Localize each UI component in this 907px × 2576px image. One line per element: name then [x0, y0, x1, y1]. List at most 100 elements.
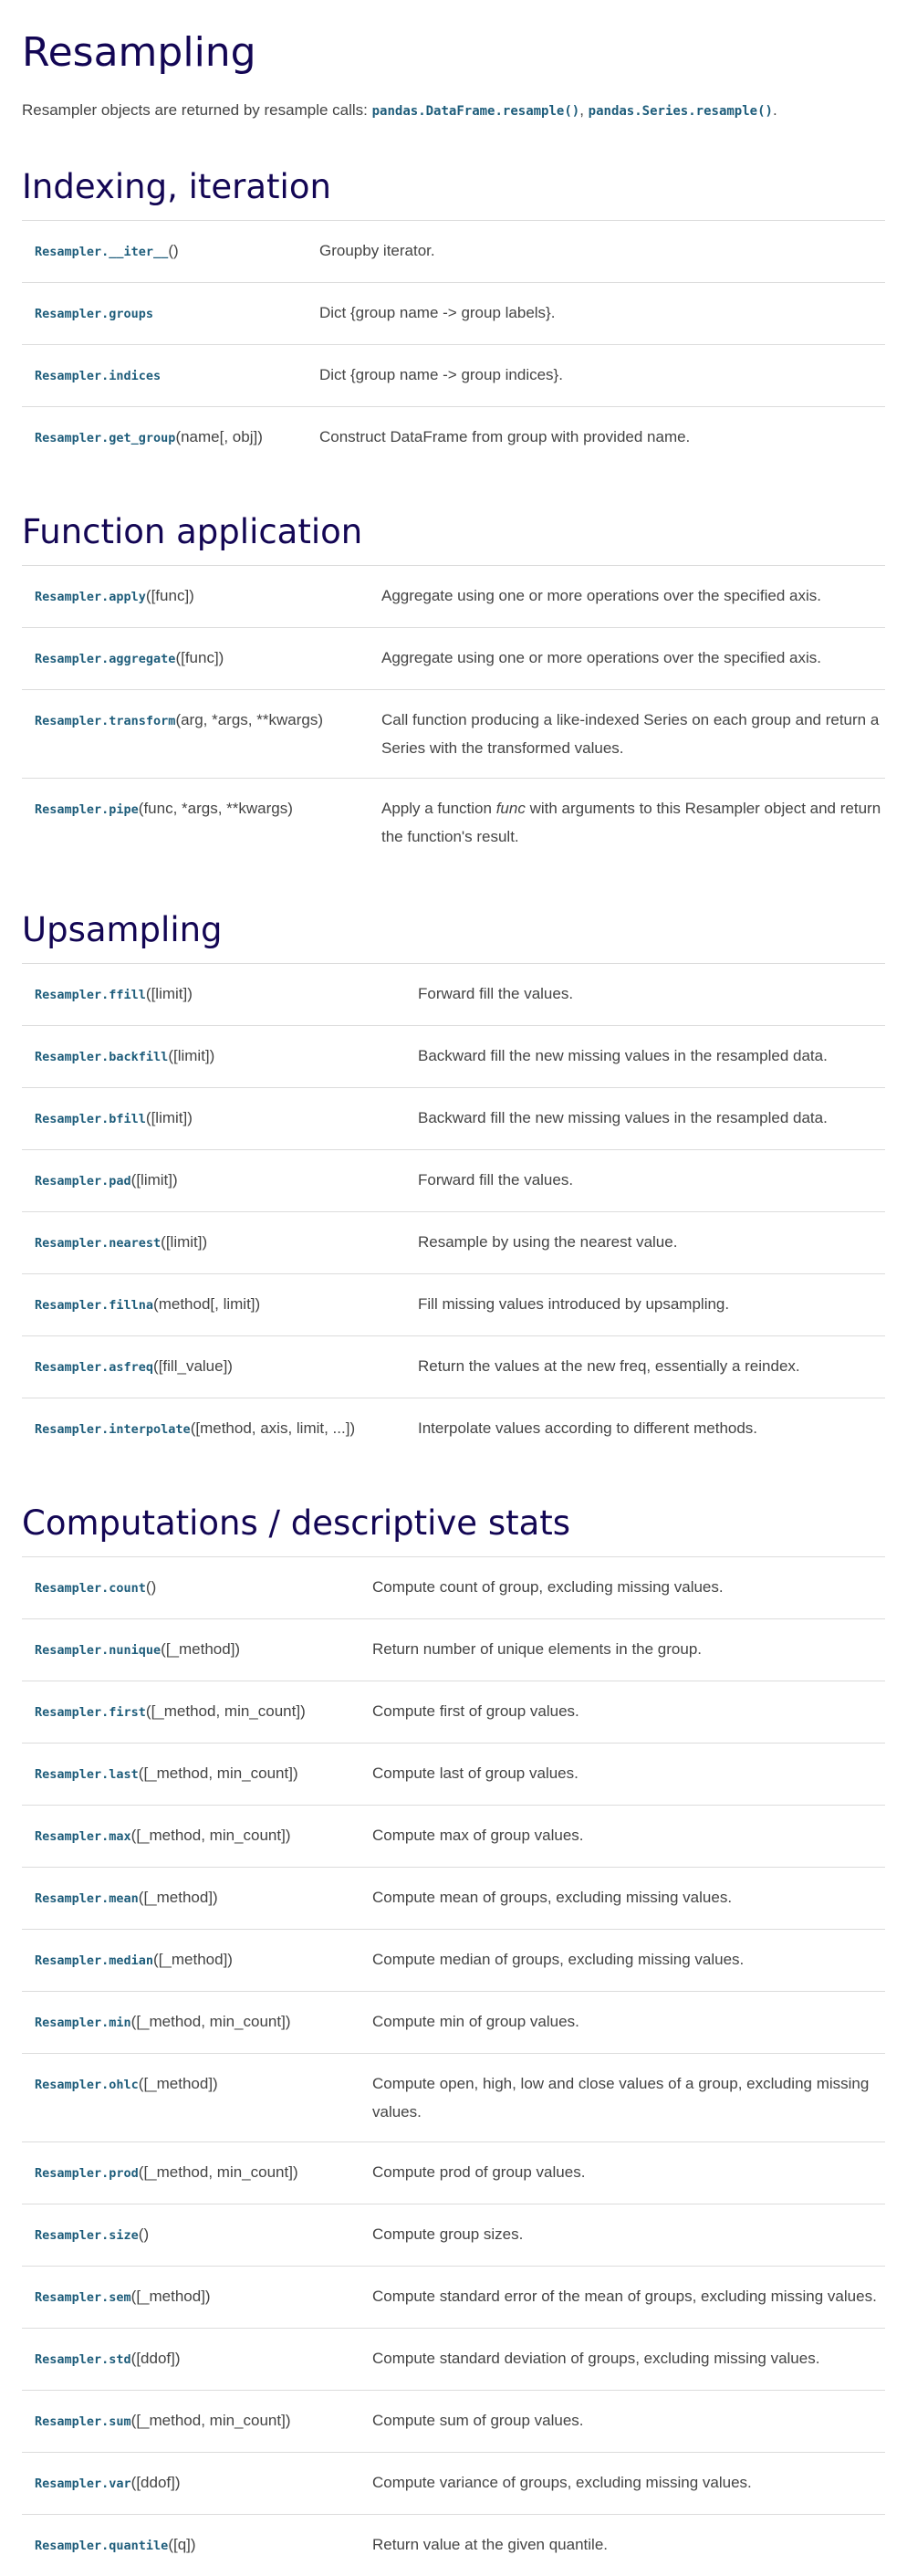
- api-description: Compute max of group values.: [361, 1806, 885, 1868]
- table-row: Resampler.get_group(name[, obj]) Constru…: [22, 407, 885, 469]
- page-title: Resampling: [22, 27, 885, 79]
- api-link[interactable]: Resampler.indices: [35, 366, 161, 383]
- api-args: ([_method, min_count]): [131, 2412, 291, 2429]
- api-link[interactable]: Resampler.sum: [35, 2412, 131, 2429]
- api-name: Resampler.var: [35, 2477, 131, 2491]
- api-link[interactable]: Resampler.apply: [35, 587, 146, 604]
- lead-text: Resampler objects are returned by resamp…: [22, 101, 368, 119]
- api-link[interactable]: Resampler.quantile: [35, 2536, 168, 2553]
- api-link[interactable]: Resampler.count: [35, 1578, 146, 1596]
- api-link[interactable]: Resampler.interpolate: [35, 1419, 191, 1437]
- table-indexing: Resampler.__iter__() Groupby iterator. R…: [22, 220, 885, 468]
- api-signature: Resampler.backfill([limit]): [22, 1026, 407, 1088]
- api-link[interactable]: Resampler.aggregate: [35, 649, 175, 666]
- dataframe-resample-link[interactable]: pandas.DataFrame.resample(): [372, 101, 580, 119]
- api-description: Compute mean of groups, excluding missin…: [361, 1868, 885, 1930]
- api-description: Call function producing a like-indexed S…: [370, 690, 885, 779]
- api-signature: Resampler.count(): [22, 1557, 361, 1619]
- api-description: Compute open, high, low and close values…: [361, 2054, 885, 2142]
- table-row: Resampler.indices Dict {group name -> gr…: [22, 345, 885, 407]
- api-args: (method[, limit]): [153, 1295, 260, 1313]
- api-link[interactable]: Resampler.asfreq: [35, 1357, 153, 1375]
- table-row: Resampler.size() Compute group sizes.: [22, 2204, 885, 2267]
- api-signature: Resampler.sum([_method, min_count]): [22, 2391, 361, 2453]
- section-heading-computations: Computations / descriptive stats: [22, 1502, 885, 1545]
- api-args: ([ddof]): [131, 2350, 181, 2367]
- api-link[interactable]: Resampler.var: [35, 2474, 131, 2491]
- api-name: Resampler.prod: [35, 2166, 139, 2181]
- api-link[interactable]: Resampler.median: [35, 1951, 153, 1968]
- api-description: Aggregate using one or more operations o…: [370, 628, 885, 690]
- table-row: Resampler.asfreq([fill_value]) Return th…: [22, 1336, 885, 1398]
- desc-pre: Apply a function: [381, 800, 496, 817]
- table-row: Resampler.fillna(method[, limit]) Fill m…: [22, 1274, 885, 1336]
- desc-emphasis: func: [496, 800, 526, 817]
- api-signature: Resampler.max([_method, min_count]): [22, 1806, 361, 1868]
- api-link[interactable]: Resampler.size: [35, 2225, 139, 2243]
- api-link[interactable]: Resampler.mean: [35, 1889, 139, 1906]
- api-signature: Resampler.asfreq([fill_value]): [22, 1336, 407, 1398]
- api-name: Resampler.nearest: [35, 1236, 161, 1251]
- api-link[interactable]: Resampler.ffill: [35, 985, 146, 1002]
- table-row: Resampler.sum([_method, min_count]) Comp…: [22, 2391, 885, 2453]
- api-signature: Resampler.nearest([limit]): [22, 1212, 407, 1274]
- doc-page: Resampling Resampler objects are returne…: [0, 27, 907, 2576]
- api-args: ([fill_value]): [153, 1357, 233, 1375]
- api-signature: Resampler.quantile([q]): [22, 2515, 361, 2576]
- api-signature: Resampler.size(): [22, 2204, 361, 2267]
- table-row: Resampler.backfill([limit]) Backward fil…: [22, 1026, 885, 1088]
- api-signature: Resampler.groups: [22, 283, 308, 345]
- api-link[interactable]: Resampler.first: [35, 1702, 146, 1720]
- api-name: Resampler.last: [35, 1767, 139, 1782]
- api-signature: Resampler.std([ddof]): [22, 2329, 361, 2391]
- api-link[interactable]: Resampler.sem: [35, 2288, 131, 2305]
- api-link[interactable]: Resampler.groups: [35, 304, 153, 321]
- series-resample-code: pandas.Series.resample(): [589, 104, 773, 119]
- api-name: Resampler.__iter__: [35, 245, 168, 259]
- api-args: ([_method, min_count]): [139, 1764, 298, 1782]
- api-signature: Resampler.ohlc([_method]): [22, 2054, 361, 2142]
- table-row: Resampler.max([_method, min_count]) Comp…: [22, 1806, 885, 1868]
- table-row: Resampler.var([ddof]) Compute variance o…: [22, 2453, 885, 2515]
- api-name: Resampler.first: [35, 1705, 146, 1720]
- api-link[interactable]: Resampler.transform: [35, 711, 175, 728]
- api-signature: Resampler.pipe(func, *args, **kwargs): [22, 779, 370, 867]
- api-link[interactable]: Resampler.ohlc: [35, 2075, 139, 2092]
- api-link[interactable]: Resampler.fillna: [35, 1295, 153, 1313]
- api-link[interactable]: Resampler.prod: [35, 2163, 139, 2181]
- api-link[interactable]: Resampler.max: [35, 1827, 131, 1844]
- api-link[interactable]: Resampler.pad: [35, 1171, 131, 1189]
- api-signature: Resampler.transform(arg, *args, **kwargs…: [22, 690, 370, 779]
- api-args: ([_method]): [153, 1951, 233, 1968]
- api-description: Construct DataFrame from group with prov…: [308, 407, 885, 469]
- api-link[interactable]: Resampler.last: [35, 1764, 139, 1782]
- api-description: Backward fill the new missing values in …: [407, 1026, 885, 1088]
- api-description: Forward fill the values.: [407, 1150, 885, 1212]
- api-args: ([_method, min_count]): [139, 2163, 298, 2181]
- api-link[interactable]: Resampler.__iter__: [35, 242, 168, 259]
- api-description: Compute variance of groups, excluding mi…: [361, 2453, 885, 2515]
- api-link[interactable]: Resampler.min: [35, 2013, 131, 2030]
- series-resample-link[interactable]: pandas.Series.resample(): [589, 101, 773, 119]
- api-signature: Resampler.prod([_method, min_count]): [22, 2142, 361, 2204]
- api-link[interactable]: Resampler.nunique: [35, 1640, 161, 1658]
- api-description: Compute prod of group values.: [361, 2142, 885, 2204]
- api-link[interactable]: Resampler.get_group: [35, 428, 175, 445]
- api-description: Compute sum of group values.: [361, 2391, 885, 2453]
- api-link[interactable]: Resampler.std: [35, 2350, 131, 2367]
- api-signature: Resampler.nunique([_method]): [22, 1619, 361, 1681]
- api-name: Resampler.sum: [35, 2414, 131, 2429]
- api-link[interactable]: Resampler.nearest: [35, 1233, 161, 1251]
- table-row: Resampler.prod([_method, min_count]) Com…: [22, 2142, 885, 2204]
- api-link[interactable]: Resampler.backfill: [35, 1047, 168, 1064]
- api-description: Resample by using the nearest value.: [407, 1212, 885, 1274]
- api-link[interactable]: Resampler.pipe: [35, 800, 139, 817]
- api-args: ([_method]): [161, 1640, 240, 1658]
- table-row: Resampler.count() Compute count of group…: [22, 1557, 885, 1619]
- api-signature: Resampler.__iter__(): [22, 221, 308, 283]
- api-link[interactable]: Resampler.bfill: [35, 1109, 146, 1126]
- api-description: Compute standard deviation of groups, ex…: [361, 2329, 885, 2391]
- table-row: Resampler.last([_method, min_count]) Com…: [22, 1744, 885, 1806]
- api-args: (): [146, 1578, 156, 1596]
- table-row: Resampler.std([ddof]) Compute standard d…: [22, 2329, 885, 2391]
